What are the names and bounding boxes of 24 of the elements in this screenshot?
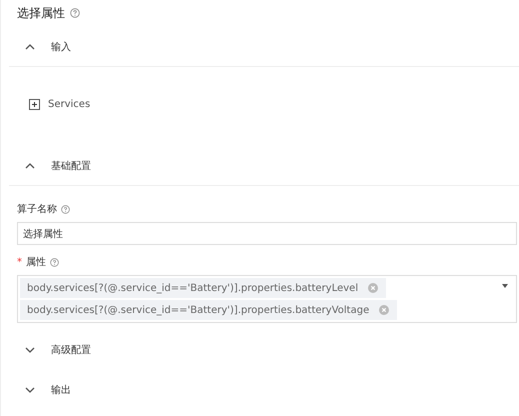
- section-header[interactable]: 基础配置: [9, 147, 519, 186]
- expand-icon[interactable]: [29, 98, 40, 110]
- tree-item[interactable]: Services: [29, 98, 90, 110]
- name-input[interactable]: 选择属性: [17, 222, 517, 245]
- chevron-icon: [25, 387, 35, 393]
- help-icon[interactable]: [50, 258, 59, 266]
- panel-title: 选择属性: [17, 4, 65, 22]
- help-icon[interactable]: [70, 8, 80, 18]
- section-header[interactable]: 高级配置: [9, 331, 519, 369]
- remove-icon[interactable]: [368, 283, 378, 293]
- field-label: 属性: [26, 256, 46, 269]
- tag: body.services[?(@.service_id=='Battery')].properties.batteryLevel: [20, 278, 386, 298]
- help-icon[interactable]: [61, 204, 70, 214]
- chevron-icon: [25, 44, 35, 50]
- multi-select[interactable]: body.services[?(@.service_id=='Battery')].properties.batteryLevel body.services[?(@.service_id=='Battery')].properties.batteryVoltage: [17, 275, 517, 323]
- required-marker: *: [17, 256, 22, 268]
- chevron-icon: [25, 347, 35, 353]
- field-label: 算子名称: [17, 203, 57, 216]
- caret-icon: [502, 284, 508, 288]
- section-header[interactable]: 输出: [9, 371, 519, 409]
- tag: body.services[?(@.service_id=='Battery')].properties.batteryVoltage: [20, 300, 398, 320]
- section-header[interactable]: 输入: [9, 28, 519, 67]
- remove-icon[interactable]: [379, 305, 390, 315]
- chevron-icon: [25, 163, 35, 169]
